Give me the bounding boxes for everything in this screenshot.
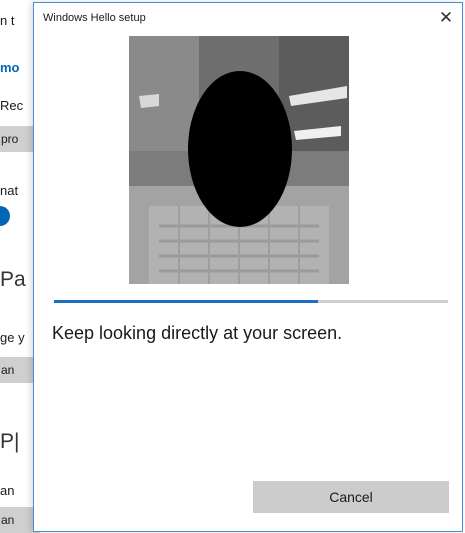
background-label: Rec — [0, 98, 24, 113]
cancel-button[interactable]: Cancel — [253, 481, 449, 513]
face-privacy-mask — [188, 71, 292, 227]
instruction-text: Keep looking directly at your screen. — [52, 323, 343, 343]
close-icon[interactable]: ✕ — [432, 5, 460, 31]
background-heading: Pa — [0, 268, 26, 291]
background-label: ge y — [0, 330, 25, 345]
background-heading: P| — [0, 430, 20, 453]
progress-bar — [54, 300, 448, 303]
background-link[interactable]: mo — [0, 60, 20, 75]
progress-bar-fill — [54, 300, 318, 303]
background-label: an — [0, 483, 15, 498]
screen: n t mo Rec pro nat Pa ge y an P| an an W… — [0, 0, 465, 533]
camera-feed-image — [129, 36, 349, 284]
windows-hello-dialog: Windows Hello setup ✕ Keep looking direc… — [33, 2, 463, 532]
dialog-titlebar: Windows Hello setup ✕ — [34, 3, 462, 33]
dialog-title: Windows Hello setup — [43, 12, 146, 24]
camera-preview — [129, 36, 349, 284]
background-text: n t — [0, 13, 15, 28]
background-toggle[interactable] — [0, 206, 10, 226]
background-label: nat — [0, 183, 19, 198]
